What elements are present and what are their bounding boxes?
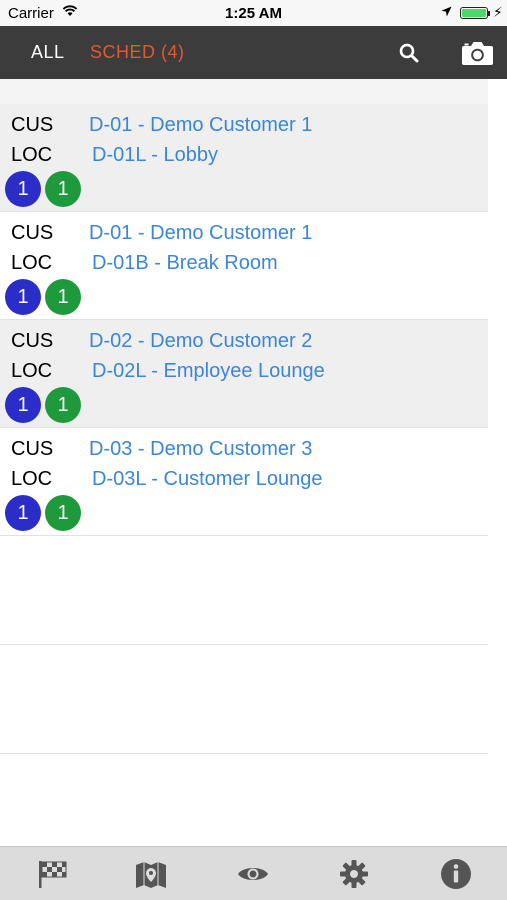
customer-label: CUS bbox=[11, 114, 54, 136]
customer-link[interactable]: D-03 - Demo Customer 3 bbox=[89, 438, 312, 461]
count-badge-blue: 1 bbox=[5, 171, 41, 207]
schedule-list: CUS D-01 - Demo Customer 1 LOC D-01L - L… bbox=[0, 79, 507, 754]
charging-bolt-icon: ⚡ bbox=[493, 4, 503, 20]
bottom-tab-bar bbox=[0, 846, 507, 900]
location-arrow-icon bbox=[441, 6, 452, 17]
scroll-track bbox=[488, 104, 507, 846]
gear-icon[interactable] bbox=[337, 857, 371, 891]
list-item[interactable]: CUS D-01 - Demo Customer 1 LOC D-01B - B… bbox=[0, 212, 488, 320]
tab-sched[interactable]: SCHED (4) bbox=[90, 42, 185, 63]
clock: 1:25 AM bbox=[225, 5, 282, 22]
camera-icon[interactable] bbox=[461, 40, 494, 66]
customer-link[interactable]: D-01 - Demo Customer 1 bbox=[89, 114, 312, 137]
checkered-flag-icon[interactable] bbox=[36, 857, 70, 891]
location-link[interactable]: D-02L - Employee Lounge bbox=[92, 360, 325, 383]
list-item[interactable]: CUS D-03 - Demo Customer 3 LOC D-03L - C… bbox=[0, 428, 488, 536]
map-pin-icon[interactable] bbox=[134, 857, 168, 891]
location-link[interactable]: D-01L - Lobby bbox=[92, 144, 218, 167]
location-label: LOC bbox=[11, 252, 53, 274]
status-bar: Carrier 1:25 AM ⚡ bbox=[0, 0, 507, 26]
location-link[interactable]: D-03L - Customer Lounge bbox=[92, 468, 323, 491]
tab-all[interactable]: ALL bbox=[31, 42, 65, 63]
customer-label: CUS bbox=[11, 330, 54, 352]
empty-row bbox=[0, 536, 488, 645]
count-badge-green: 1 bbox=[45, 495, 81, 531]
location-label: LOC bbox=[11, 360, 53, 382]
empty-row bbox=[0, 645, 488, 754]
info-icon[interactable] bbox=[439, 857, 473, 891]
eye-icon[interactable] bbox=[236, 857, 270, 891]
count-badge-green: 1 bbox=[45, 171, 81, 207]
battery-tip bbox=[488, 11, 490, 16]
customer-link[interactable]: D-01 - Demo Customer 1 bbox=[89, 222, 312, 245]
count-badge-blue: 1 bbox=[5, 387, 41, 423]
location-link[interactable]: D-01B - Break Room bbox=[92, 252, 278, 275]
location-label: LOC bbox=[11, 144, 53, 166]
count-badge-blue: 1 bbox=[5, 495, 41, 531]
list-item[interactable]: CUS D-01 - Demo Customer 1 LOC D-01L - L… bbox=[0, 104, 488, 212]
customer-label: CUS bbox=[11, 222, 54, 244]
customer-label: CUS bbox=[11, 438, 54, 460]
list-header-gap bbox=[0, 79, 488, 104]
customer-link[interactable]: D-02 - Demo Customer 2 bbox=[89, 330, 312, 353]
battery-icon bbox=[460, 7, 488, 19]
count-badge-green: 1 bbox=[45, 279, 81, 315]
nav-bar: ALL SCHED (4) bbox=[0, 26, 507, 79]
count-badge-green: 1 bbox=[45, 387, 81, 423]
search-icon[interactable] bbox=[398, 42, 420, 64]
location-label: LOC bbox=[11, 468, 53, 490]
count-badge-blue: 1 bbox=[5, 279, 41, 315]
list-item[interactable]: CUS D-02 - Demo Customer 2 LOC D-02L - E… bbox=[0, 320, 488, 428]
